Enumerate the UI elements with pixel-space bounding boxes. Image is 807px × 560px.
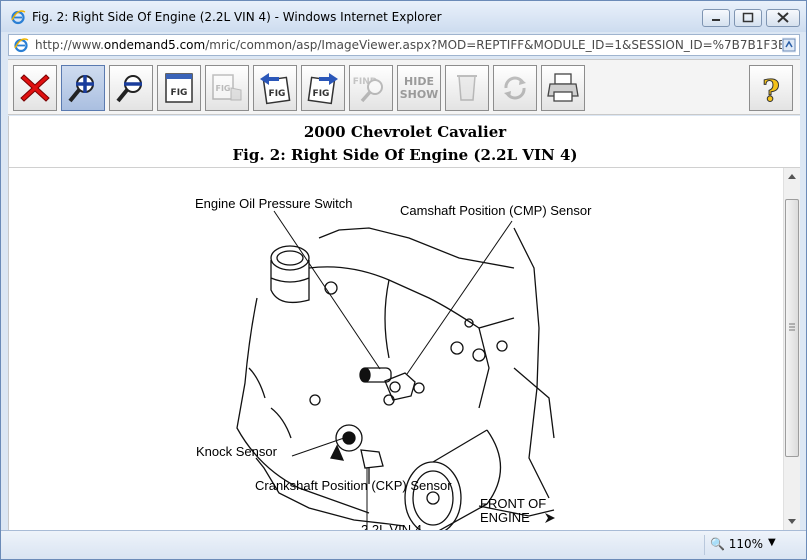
close-icon	[777, 12, 789, 23]
document-heading: 2000 Chevrolet Cavalier	[303, 123, 507, 141]
document-subheading: Fig. 2: Right Side Of Engine (2.2L VIN 4…	[232, 146, 578, 164]
zoom-value: 110%	[728, 537, 764, 551]
next-figure-button[interactable]: FIG	[301, 65, 345, 111]
hide-label: HIDE	[404, 75, 434, 88]
svg-text:FIG: FIG	[313, 89, 330, 99]
help-label: ?	[762, 74, 780, 106]
zoom-in-button[interactable]	[61, 65, 105, 111]
next-figure-icon: FIG	[307, 73, 338, 105]
front-arrow	[545, 513, 555, 523]
zoom-out-icon	[116, 75, 142, 103]
figure-hand-button[interactable]: FIG	[205, 65, 249, 111]
previous-figure-button[interactable]: FIG	[253, 65, 297, 111]
url-domain: ondemand5.com	[103, 38, 206, 52]
previous-figure-icon: FIG	[260, 73, 291, 105]
print-button[interactable]	[541, 65, 585, 111]
internet-explorer-icon	[11, 10, 26, 25]
grip-icon	[789, 323, 795, 331]
close-x-icon	[20, 74, 50, 102]
address-bar[interactable]: http://www.ondemand5.com/mric/common/asp…	[8, 34, 800, 56]
maximize-icon	[742, 12, 754, 23]
url-path: /mric/common/asp/ImageViewer.aspx?MOD=RE…	[205, 38, 785, 52]
oil-pressure-switch-label: Engine Oil Pressure Switch	[195, 196, 353, 211]
document-viewer: 2000 Chevrolet Cavalier Fig. 2: Right Si…	[8, 116, 800, 530]
title-bar: Fig. 2: Right Side Of Engine (2.2L VIN 4…	[1, 1, 806, 32]
svg-text:FIG: FIG	[215, 84, 230, 93]
status-bar: 🔍 110% ▼	[1, 530, 806, 559]
fit-figure-icon: FIG	[165, 73, 193, 103]
zoom-magnifier-icon: 🔍	[710, 537, 725, 551]
engine-caption: 2.2L VIN 4	[361, 522, 422, 530]
scroll-thumb[interactable]	[785, 199, 799, 457]
figure-hand-icon: FIG	[212, 74, 242, 101]
engine-drawing	[236, 210, 555, 530]
hide-show-button[interactable]: HIDE SHOW	[397, 65, 441, 111]
scroll-up-icon[interactable]	[784, 168, 800, 185]
erase-icon	[457, 75, 477, 101]
url-text[interactable]: http://www.ondemand5.com/mric/common/asp…	[35, 38, 785, 52]
compatibility-icon[interactable]	[782, 37, 796, 53]
show-label: SHOW	[399, 88, 439, 101]
erase-button[interactable]	[445, 65, 489, 111]
minimize-icon	[712, 19, 720, 21]
vertical-scrollbar[interactable]	[783, 168, 800, 530]
maximize-button[interactable]	[734, 9, 762, 27]
zoom-level[interactable]: 🔍 110%	[710, 537, 763, 551]
close-figure-button[interactable]	[13, 65, 57, 111]
minimize-button[interactable]	[702, 9, 730, 27]
cmp-sensor-label: Camshaft Position (CMP) Sensor	[400, 203, 592, 218]
browser-window: Fig. 2: Right Side Of Engine (2.2L VIN 4…	[0, 0, 807, 560]
print-icon	[547, 73, 579, 102]
knock-sensor-label: Knock Sensor	[196, 444, 277, 459]
front-of-engine-label-line1: FRONT OF	[480, 496, 547, 511]
window-title: Fig. 2: Right Side Of Engine (2.2L VIN 4…	[32, 10, 442, 24]
zoom-out-button[interactable]	[109, 65, 153, 111]
scroll-down-icon[interactable]	[784, 513, 800, 530]
refresh-button[interactable]	[493, 65, 537, 111]
ckp-sensor-label: Crankshaft Position (CKP) Sensor	[255, 478, 452, 493]
status-divider	[704, 535, 705, 555]
refresh-icon	[504, 76, 526, 100]
fit-figure-button[interactable]: FIG	[157, 65, 201, 111]
zoom-dropdown-icon[interactable]: ▼	[768, 537, 776, 548]
help-button[interactable]: ?	[749, 65, 793, 111]
viewer-toolbar: FIG FIG FIG FIG FIND HIDE SHOW ?	[8, 59, 800, 115]
find-button[interactable]: FIND	[349, 65, 393, 111]
zoom-in-icon	[68, 75, 94, 103]
page-icon	[14, 38, 29, 53]
close-window-button[interactable]	[766, 9, 800, 27]
engine-figure: Engine Oil Pressure Switch Camshaft Posi…	[9, 168, 784, 530]
find-icon: FIND	[353, 77, 383, 103]
svg-text:FIG: FIG	[171, 88, 188, 98]
help-icon: ?	[762, 74, 781, 107]
hide-show-label: HIDE SHOW	[400, 75, 439, 101]
svg-text:FIG: FIG	[269, 89, 286, 99]
front-of-engine-label-line2: ENGINE	[480, 510, 530, 525]
url-prefix: http://www.	[35, 38, 104, 52]
